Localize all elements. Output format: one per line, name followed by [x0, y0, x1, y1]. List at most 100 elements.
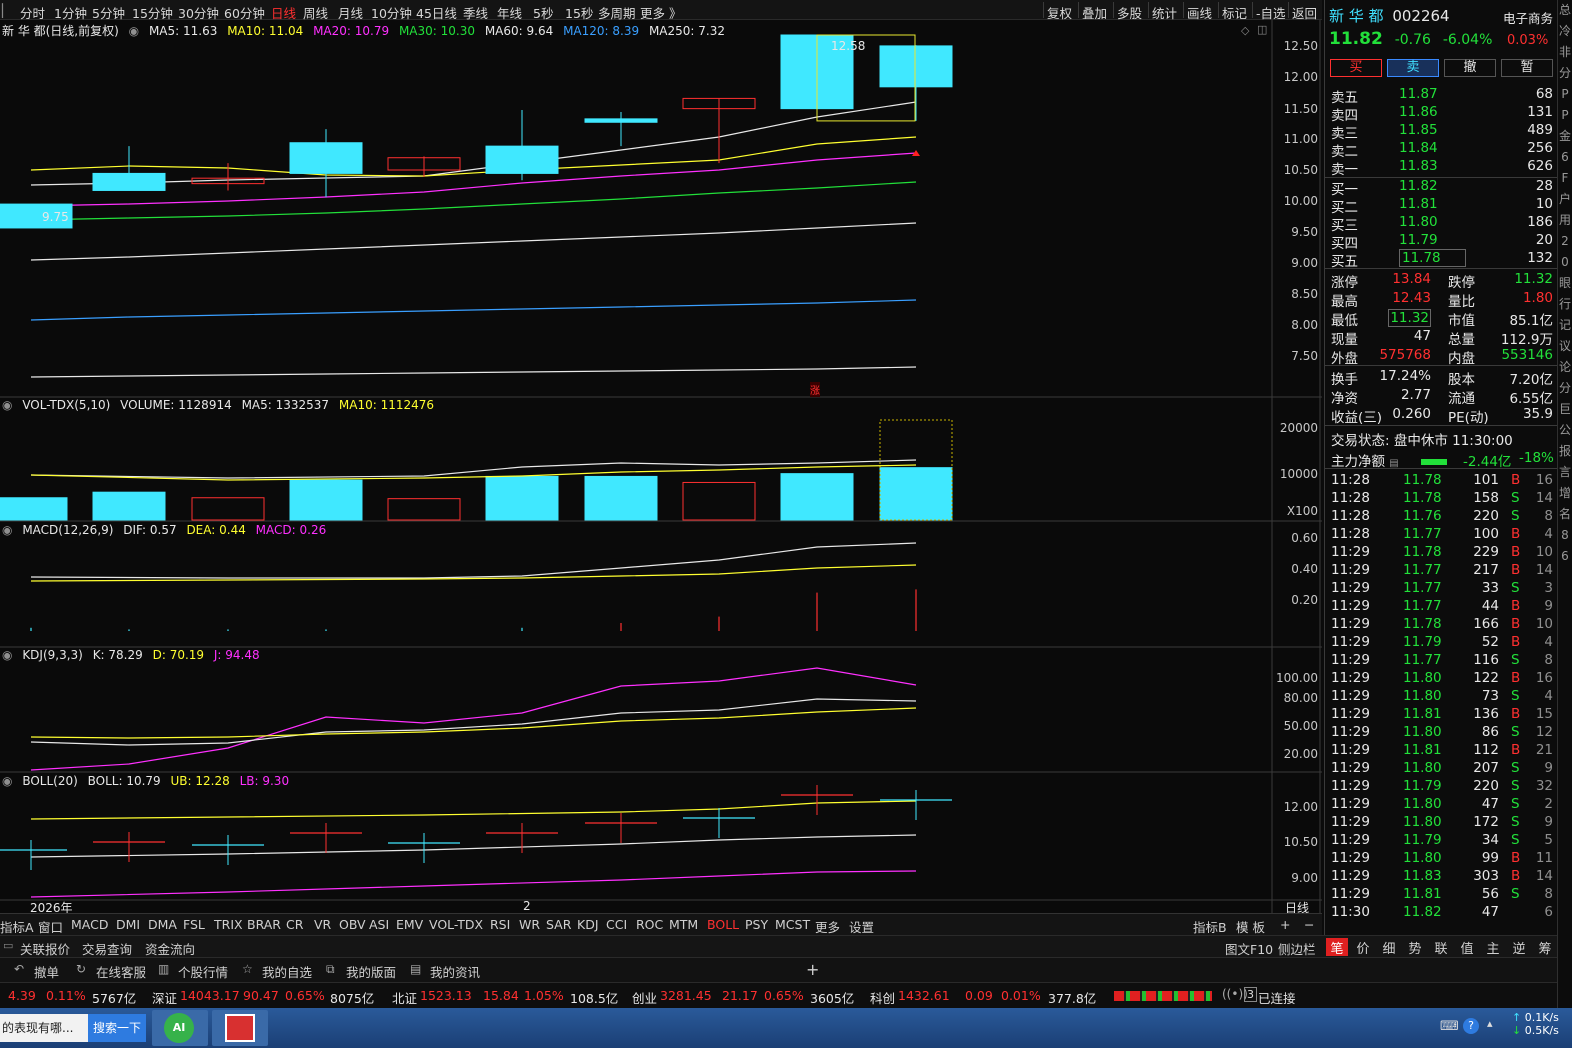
edge-char[interactable]: 巨	[1558, 399, 1572, 420]
indicator-tab-18[interactable]: CCI	[606, 917, 627, 932]
toolbar-button-4[interactable]: 我的版面	[346, 962, 396, 981]
edge-char[interactable]: 报	[1558, 441, 1572, 462]
bid-row[interactable]: 买一 11.82 28	[1331, 178, 1553, 198]
side-tab-6[interactable]: 主	[1482, 938, 1504, 957]
edge-char[interactable]: 论	[1558, 357, 1572, 378]
indicator-tab-3[interactable]: DMI	[116, 917, 140, 932]
cancel-button[interactable]: 撤	[1444, 59, 1496, 77]
indicator-tab-0[interactable]: 指标A	[0, 917, 34, 936]
keyboard-icon[interactable]: ⌨	[1440, 1019, 1459, 1034]
indicator-tab-16[interactable]: SAR	[546, 917, 571, 932]
ask-row[interactable]: 卖二 11.84 256	[1331, 140, 1553, 160]
toolbar-button-0[interactable]: 撤单	[34, 962, 59, 981]
panel-toggle-icon[interactable]: ◫	[1257, 23, 1267, 36]
ask-row[interactable]: 卖一 11.83 626	[1331, 158, 1553, 178]
ask-row[interactable]: 卖三 11.85 489	[1331, 122, 1553, 142]
add-icon[interactable]: +	[806, 960, 819, 979]
edge-char[interactable]: F	[1558, 168, 1572, 189]
taskbar-search-input[interactable]: 的表现有哪...	[0, 1014, 88, 1042]
side-tab-4[interactable]: 联	[1430, 938, 1452, 957]
edge-char[interactable]: 0	[1558, 252, 1572, 273]
edge-char[interactable]: 分	[1558, 63, 1572, 84]
edge-char[interactable]: 非	[1558, 42, 1572, 63]
edge-char[interactable]: 总	[1558, 0, 1572, 21]
edge-char[interactable]: P	[1558, 84, 1572, 105]
pane-toggle-icon[interactable]: ◉	[2, 774, 12, 788]
edge-char[interactable]: 用	[1558, 210, 1572, 231]
indicator-tab-10[interactable]: OBV	[339, 917, 366, 932]
indicator-right-button-0[interactable]: 指标B	[1193, 917, 1227, 936]
indicator-tab-24[interactable]: 更多	[815, 917, 840, 936]
bid-row[interactable]: 买三 11.80 186	[1331, 214, 1553, 234]
edge-char[interactable]: 公	[1558, 420, 1572, 441]
legend-toggle-icon[interactable]: ◉	[129, 24, 139, 38]
zhang-marker[interactable]: 涨	[810, 382, 820, 397]
edge-char[interactable]: 增	[1558, 483, 1572, 504]
edge-char[interactable]: 行	[1558, 294, 1572, 315]
edge-char[interactable]: 分	[1558, 378, 1572, 399]
indicator-tab-14[interactable]: RSI	[490, 917, 510, 932]
pane-toggle-icon[interactable]: ◉	[2, 398, 12, 412]
func-tab-2[interactable]: 资金流向	[145, 939, 195, 958]
tray-icon[interactable]: ▴	[1487, 1017, 1493, 1030]
ask-row[interactable]: 卖四 11.86 131	[1331, 104, 1553, 124]
edge-char[interactable]: 记	[1558, 315, 1572, 336]
indicator-tab-21[interactable]: BOLL	[707, 917, 739, 932]
indicator-tab-22[interactable]: PSY	[745, 917, 768, 932]
toolbar-button-5[interactable]: 我的资讯	[430, 962, 480, 981]
indicator-tab-23[interactable]: MCST	[775, 917, 810, 932]
bid-row[interactable]: 买四 11.79 20	[1331, 232, 1553, 252]
indicator-tab-25[interactable]: 设置	[849, 917, 874, 936]
indicator-tab-20[interactable]: MTM	[669, 917, 698, 932]
indicator-tab-8[interactable]: CR	[286, 917, 303, 932]
indicator-tab-4[interactable]: DMA	[148, 917, 177, 932]
menu-icon[interactable]: ▏	[2, 3, 12, 18]
side-tab-2[interactable]: 细	[1378, 938, 1400, 957]
side-tab-3[interactable]: 势	[1404, 938, 1426, 957]
main-flow-icon[interactable]: ▤	[1389, 458, 1398, 469]
edge-char[interactable]: 8	[1558, 525, 1572, 546]
taskbar-ai-app[interactable]: AI	[152, 1010, 208, 1046]
side-tab-0[interactable]: 笔	[1326, 938, 1348, 957]
edge-char[interactable]: 户	[1558, 189, 1572, 210]
toolbar-button-1[interactable]: 在线客服	[96, 962, 146, 981]
taskbar-search-button[interactable]: 搜索一下	[88, 1014, 146, 1042]
taskbar-trading-app[interactable]	[212, 1010, 268, 1046]
pause-button[interactable]: 暂	[1501, 59, 1553, 77]
indicator-right-button-2[interactable]: +	[1280, 917, 1290, 932]
indicator-tab-17[interactable]: KDJ	[577, 917, 599, 932]
indicator-tab-7[interactable]: BRAR	[247, 917, 281, 932]
side-tab-7[interactable]: 逆	[1508, 938, 1530, 957]
func-right-0[interactable]: 图文F10	[1225, 939, 1273, 958]
indicator-tab-5[interactable]: FSL	[183, 917, 205, 932]
indicator-tab-1[interactable]: 窗口	[38, 917, 63, 936]
indicator-tab-11[interactable]: ASI	[369, 917, 389, 932]
func-tab-0[interactable]: 关联报价	[20, 939, 70, 958]
side-tab-5[interactable]: 值	[1456, 938, 1478, 957]
toolbar-button-2[interactable]: 个股行情	[178, 962, 228, 981]
toolbar-button-3[interactable]: 我的自选	[262, 962, 312, 981]
collapse-icon[interactable]: ▭	[3, 939, 13, 952]
indicator-tab-6[interactable]: TRIX	[214, 917, 243, 932]
side-tab-1[interactable]: 价	[1352, 938, 1374, 957]
sell-button[interactable]: 卖	[1387, 59, 1439, 77]
indicator-tab-19[interactable]: ROC	[636, 917, 663, 932]
edge-char[interactable]: 议	[1558, 336, 1572, 357]
bid-row[interactable]: 买二 11.81 10	[1331, 196, 1553, 216]
edge-char[interactable]: 眼	[1558, 273, 1572, 294]
side-tab-8[interactable]: 筹	[1534, 938, 1556, 957]
func-tab-1[interactable]: 交易查询	[82, 939, 132, 958]
connection-status[interactable]: 已连接	[1258, 988, 1296, 1007]
pane-toggle-icon[interactable]: ◉	[2, 523, 12, 537]
buy-button[interactable]: 买	[1330, 59, 1382, 77]
indicator-right-button-1[interactable]: 模 板	[1236, 917, 1265, 936]
edge-char[interactable]: P	[1558, 105, 1572, 126]
edge-char[interactable]: 6	[1558, 546, 1572, 567]
indicator-tab-2[interactable]: MACD	[71, 917, 108, 932]
indicator-tab-9[interactable]: VR	[314, 917, 331, 932]
edge-char[interactable]: 言	[1558, 462, 1572, 483]
ask-row[interactable]: 卖五 11.87 68	[1331, 86, 1553, 106]
func-right-1[interactable]: 侧边栏	[1278, 939, 1316, 958]
indicator-tab-13[interactable]: VOL-TDX	[429, 917, 483, 932]
edge-char[interactable]: 冷	[1558, 21, 1572, 42]
